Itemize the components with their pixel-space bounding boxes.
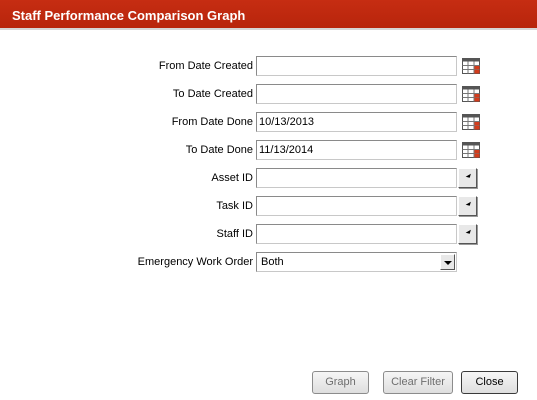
- emergency-work-order-row: Emergency Work Order Both: [0, 252, 537, 274]
- staff-id-lookup-button[interactable]: [458, 224, 477, 244]
- lookup-arrow-icon: [465, 173, 473, 180]
- close-button[interactable]: Close: [461, 371, 518, 394]
- to-date-done-input[interactable]: [256, 140, 457, 160]
- window-title: Staff Performance Comparison Graph: [12, 8, 246, 23]
- lookup-arrow-icon: [465, 229, 473, 236]
- asset-id-label: Asset ID: [211, 172, 253, 184]
- emergency-work-order-dropdown-button[interactable]: [440, 254, 455, 270]
- clear-filter-button[interactable]: Clear Filter: [383, 371, 453, 394]
- from-date-created-input[interactable]: [256, 56, 457, 76]
- emergency-work-order-value: Both: [261, 256, 284, 268]
- emergency-work-order-select[interactable]: Both: [256, 252, 457, 272]
- graph-button[interactable]: Graph: [312, 371, 369, 394]
- asset-id-lookup-button[interactable]: [458, 168, 477, 188]
- asset-id-row: Asset ID: [0, 168, 537, 190]
- task-id-row: Task ID: [0, 196, 537, 218]
- to-date-created-input[interactable]: [256, 84, 457, 104]
- to-date-created-row: To Date Created: [0, 84, 537, 106]
- task-id-lookup-button[interactable]: [458, 196, 477, 216]
- staff-id-label: Staff ID: [216, 228, 253, 240]
- staff-id-row: Staff ID: [0, 224, 537, 246]
- from-date-created-label: From Date Created: [158, 60, 253, 72]
- lookup-arrow-icon: [465, 201, 473, 208]
- to-date-done-label: To Date Done: [185, 144, 253, 156]
- task-id-label: Task ID: [216, 200, 253, 212]
- task-id-input[interactable]: [256, 196, 457, 216]
- calendar-icon[interactable]: [462, 86, 480, 102]
- chevron-down-icon: [444, 261, 452, 265]
- title-bar: Staff Performance Comparison Graph: [0, 0, 537, 30]
- asset-id-input[interactable]: [256, 168, 457, 188]
- from-date-done-row: From Date Done: [0, 112, 537, 134]
- to-date-created-label: To Date Created: [172, 88, 253, 100]
- staff-id-input[interactable]: [256, 224, 457, 244]
- calendar-icon[interactable]: [462, 58, 480, 74]
- from-date-done-label: From Date Done: [171, 116, 253, 128]
- calendar-icon[interactable]: [462, 114, 480, 130]
- from-date-created-row: From Date Created: [0, 56, 537, 78]
- from-date-done-input[interactable]: [256, 112, 457, 132]
- emergency-work-order-label: Emergency Work Order: [137, 256, 253, 268]
- calendar-icon[interactable]: [462, 142, 480, 158]
- to-date-done-row: To Date Done: [0, 140, 537, 162]
